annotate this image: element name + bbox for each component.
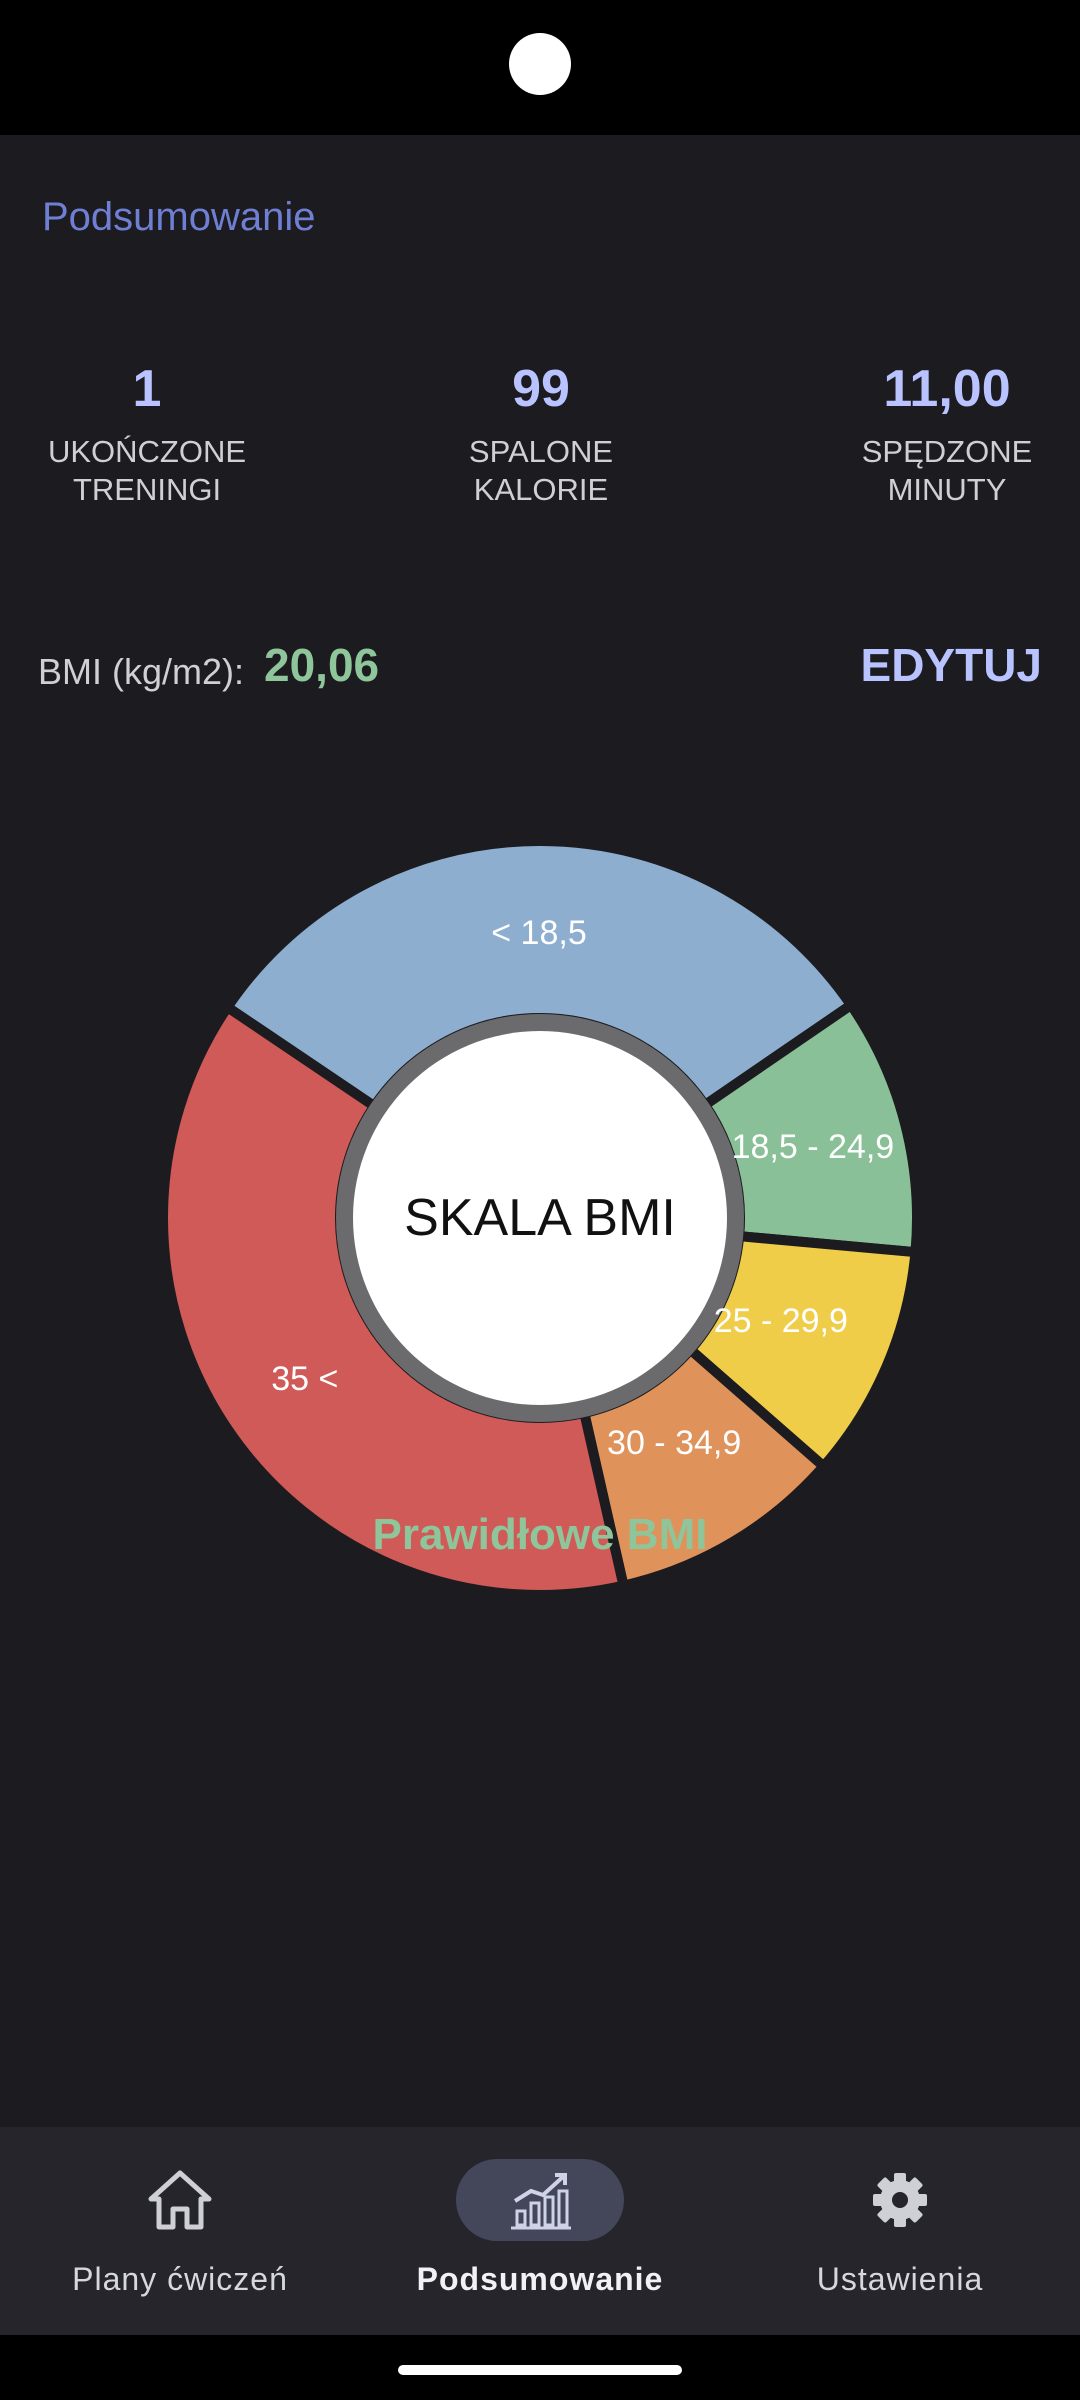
nav-label: Podsumowanie — [416, 2261, 664, 2297]
slice-label: < 18,5 — [491, 914, 586, 952]
bottom-navigation: Plany ćwiczeń Podsumowanie Ustawienia — [0, 2127, 1080, 2335]
summary-screen: Podsumowanie 1 UKOŃCZONE TRENINGI 99 SPA… — [0, 135, 1080, 2335]
nav-item-summary[interactable]: Podsumowanie — [360, 2127, 720, 2335]
nav-label: Plany ćwiczeń — [72, 2261, 288, 2297]
gesture-area — [0, 2335, 1080, 2400]
bmi-value: 20,06 — [264, 639, 380, 691]
camera-cutout — [509, 33, 571, 95]
stat-label: SPĘDZONE MINUTY — [861, 434, 1033, 507]
stat-completed-workouts: 1 UKOŃCZONE TRENINGI — [0, 363, 297, 509]
status-bar — [0, 0, 1080, 135]
nav-label: Ustawienia — [816, 2261, 984, 2297]
bmi-label: BMI (kg/m2): — [38, 651, 245, 692]
stat-label: UKOŃCZONE TRENINGI — [47, 434, 247, 507]
stat-value: 99 — [512, 360, 570, 418]
stat-minutes-spent: 11,00 SPĘDZONE MINUTY — [797, 363, 1080, 509]
stat-value: 11,00 — [883, 360, 1011, 418]
slice-label: 35 < — [271, 1360, 338, 1398]
nav-item-settings[interactable]: Ustawienia — [720, 2127, 1080, 2335]
slice-label: 18,5 - 24,9 — [732, 1128, 895, 1166]
gesture-handle[interactable] — [398, 2365, 682, 2375]
edit-bmi-button[interactable]: EDYTUJ — [861, 638, 1042, 692]
bmi-status-text: Prawidłowe BMI — [372, 1510, 708, 1559]
page-title: Podsumowanie — [42, 195, 316, 239]
chart-trend-icon — [511, 2173, 571, 2230]
stat-label: SPALONE KALORIE — [468, 434, 614, 507]
bmi-scale-chart: < 18,5 18,5 - 24,9 25 - 29,9 30 - 34,9 35 < S… — [0, 695, 1080, 1615]
chart-title: SKALA BMI — [404, 1189, 676, 1247]
bmi-row: BMI (kg/m2): 20,06 EDYTUJ — [38, 635, 1042, 695]
stat-value: 1 — [132, 360, 162, 418]
stat-calories-burned: 99 SPALONE KALORIE — [391, 363, 691, 509]
slice-label: 25 - 29,9 — [714, 1302, 848, 1340]
bmi-donut-svg: < 18,5 18,5 - 24,9 25 - 29,9 30 - 34,9 35 < S… — [158, 836, 922, 1600]
gear-icon — [873, 2173, 927, 2227]
slice-label: 30 - 34,9 — [607, 1424, 741, 1462]
home-icon — [148, 2170, 212, 2230]
nav-item-workout-plans[interactable]: Plany ćwiczeń — [0, 2127, 360, 2335]
